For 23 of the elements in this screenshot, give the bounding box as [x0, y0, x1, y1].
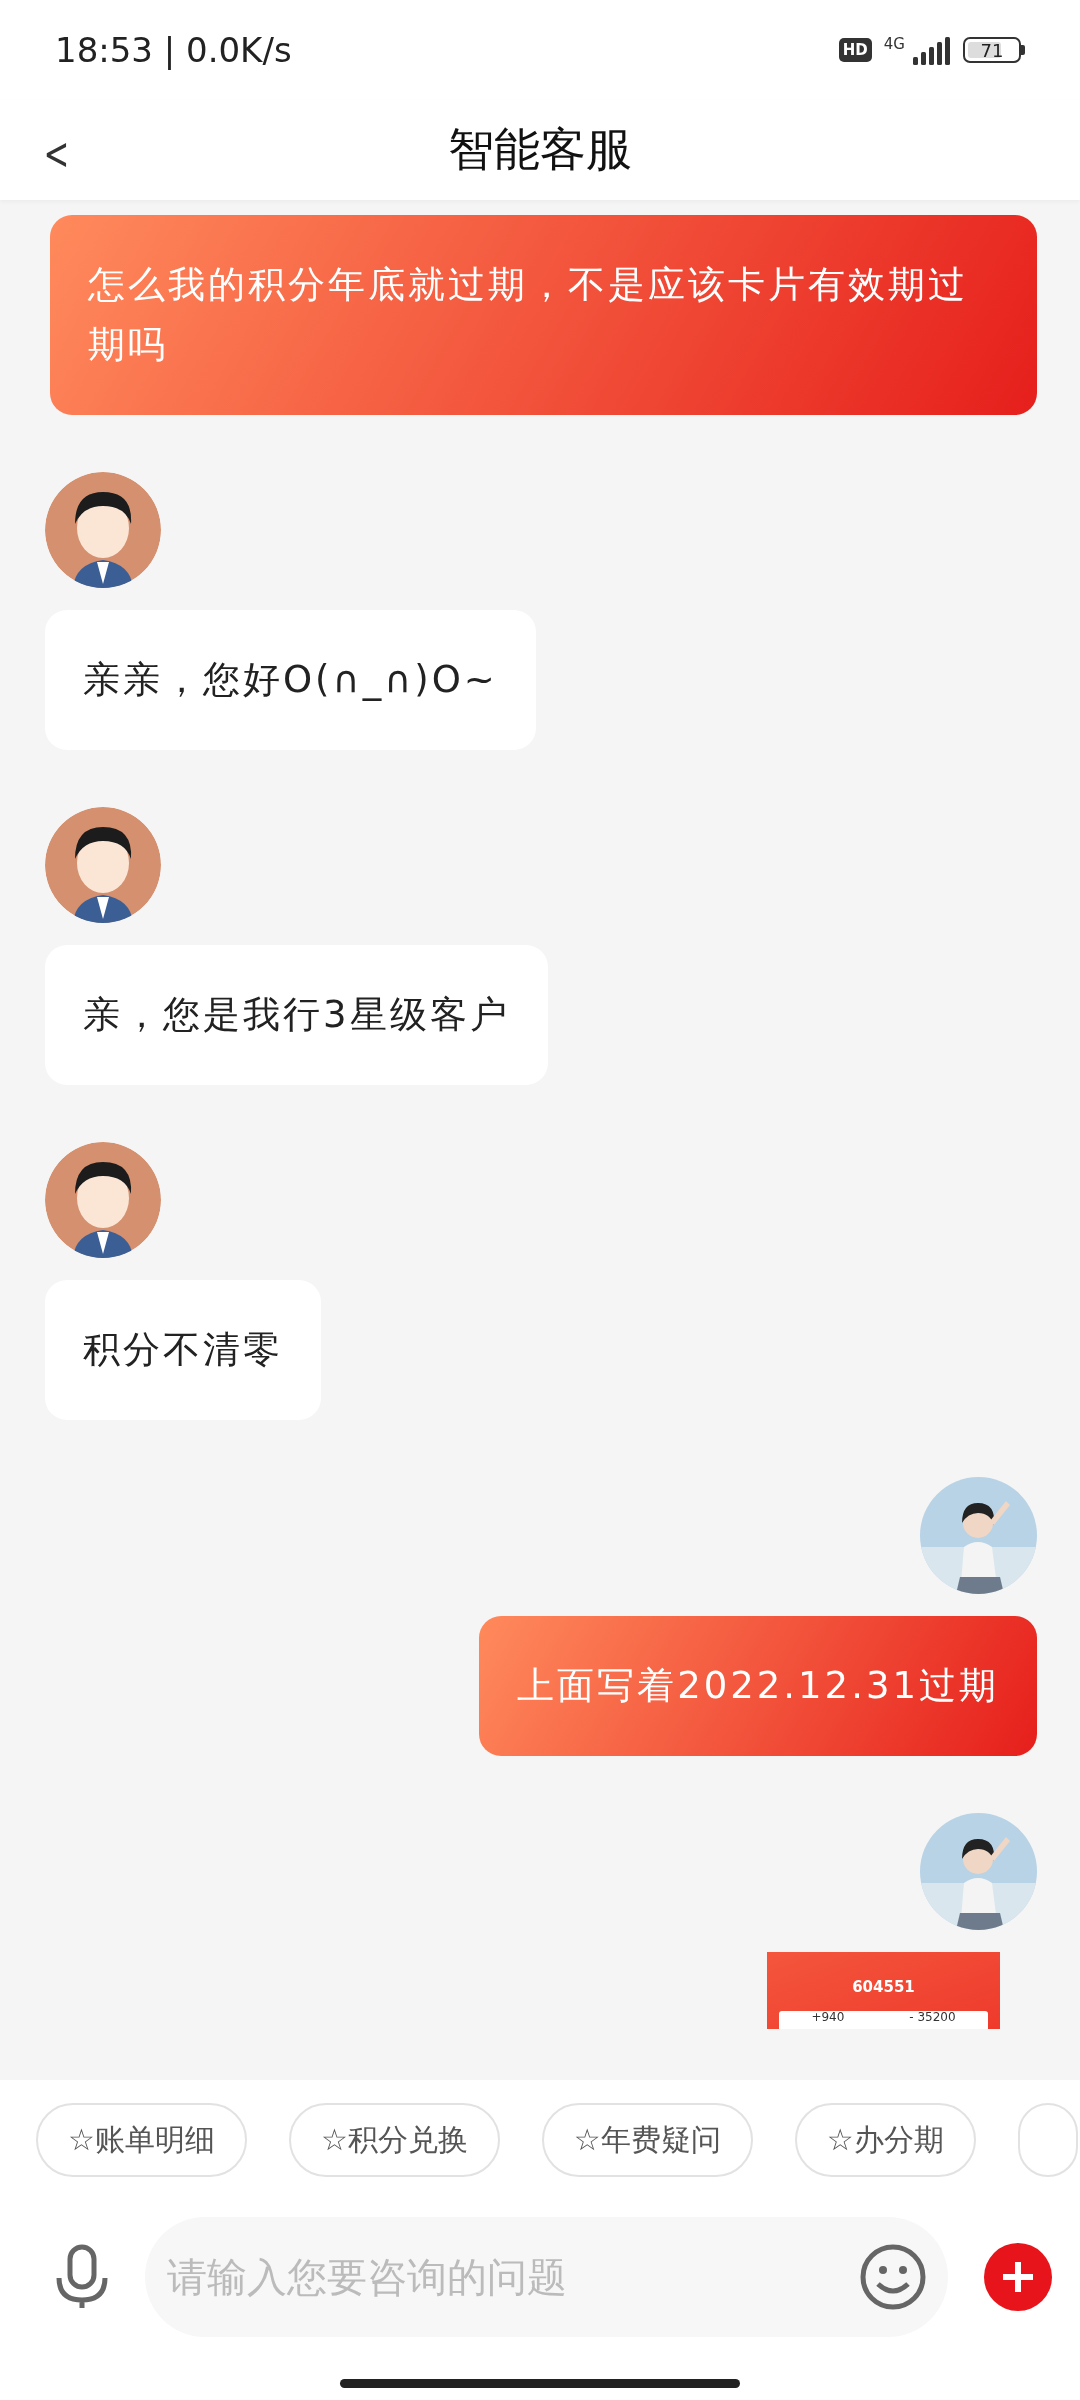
- microphone-icon[interactable]: [55, 2244, 109, 2310]
- points-value: 604551: [852, 1978, 915, 1996]
- spent-value: - 35200: [909, 2011, 956, 2024]
- emoji-icon[interactable]: [860, 2244, 926, 2310]
- quick-reply-chip[interactable]: ☆年费疑问: [541, 2103, 753, 2177]
- screenshot-image[interactable]: 604551 +940 - 35200: [767, 1952, 1000, 2029]
- plus-icon: [1001, 2260, 1035, 2294]
- network-label: 4G: [883, 35, 905, 53]
- message-bubble: 亲，您是我行3星级客户: [45, 945, 548, 1085]
- hd-badge: HD: [838, 38, 872, 62]
- message-bubble: 积分不清零: [45, 1280, 321, 1420]
- status-time: 18:53 | 0.0K/s: [55, 30, 292, 70]
- message-bubble: 亲亲，您好O(∩_∩)O~: [45, 610, 536, 750]
- message-bubble: 怎么我的积分年底就过期，不是应该卡片有效期过期吗: [50, 215, 1037, 415]
- battery-level: 71: [980, 39, 1004, 61]
- message-input[interactable]: 请输入您要咨询的问题: [145, 2217, 948, 2337]
- income-value: +940: [811, 2011, 845, 2024]
- quick-reply-chip[interactable]: ☆积分兑换: [288, 2103, 500, 2177]
- back-button[interactable]: <: [37, 128, 75, 179]
- message-bubble: 上面写着2022.12.31过期: [479, 1616, 1037, 1756]
- quick-reply-chip[interactable]: ☆账单明细: [36, 2103, 247, 2177]
- page-title: 智能客服: [448, 121, 632, 178]
- quick-reply-chip[interactable]: ☆办分期: [794, 2103, 976, 2177]
